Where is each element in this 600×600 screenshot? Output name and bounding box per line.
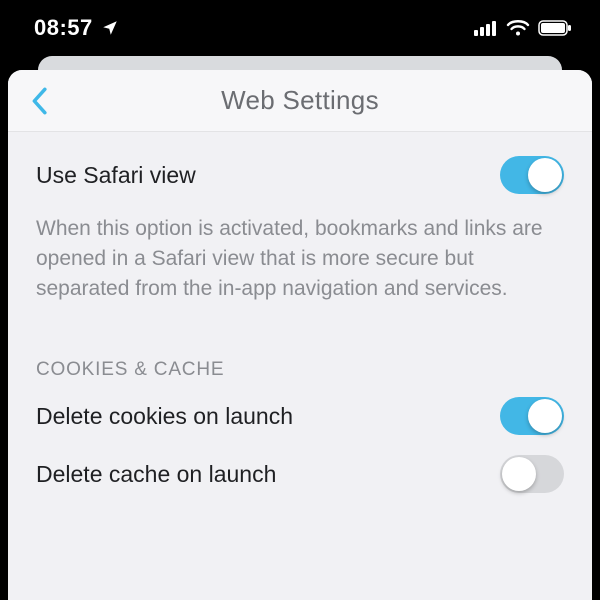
toggle-knob — [502, 457, 536, 491]
nav-header: Web Settings — [8, 70, 592, 132]
back-button[interactable] — [30, 87, 48, 115]
modal-card-stack: Web Settings Use Safari view When this o… — [0, 56, 600, 600]
use-safari-view-description: When this option is activated, bookmarks… — [36, 208, 564, 315]
use-safari-view-label: Use Safari view — [36, 162, 196, 189]
chevron-left-icon — [30, 87, 48, 115]
status-bar-right — [474, 19, 572, 37]
status-bar-left: 08:57 — [34, 15, 119, 41]
delete-cookies-label: Delete cookies on launch — [36, 403, 293, 430]
delete-cache-toggle[interactable] — [500, 455, 564, 493]
cellular-signal-icon — [474, 20, 498, 36]
location-arrow-icon — [101, 19, 119, 37]
delete-cache-label: Delete cache on launch — [36, 461, 276, 488]
clock-time: 08:57 — [34, 15, 93, 41]
delete-cookies-toggle[interactable] — [500, 397, 564, 435]
settings-card: Web Settings Use Safari view When this o… — [8, 70, 592, 600]
toggle-knob — [528, 399, 562, 433]
delete-cache-row: Delete cache on launch — [36, 445, 564, 503]
use-safari-view-toggle[interactable] — [500, 156, 564, 194]
delete-cookies-row: Delete cookies on launch — [36, 387, 564, 445]
battery-icon — [538, 20, 572, 36]
status-bar: 08:57 — [0, 0, 600, 56]
toggle-knob — [528, 158, 562, 192]
page-title: Web Settings — [221, 85, 379, 116]
wifi-icon — [506, 19, 530, 37]
settings-content: Use Safari view When this option is acti… — [8, 132, 592, 503]
section-header-cookies-cache: COOKIES & CACHE — [36, 315, 564, 387]
use-safari-view-row: Use Safari view — [36, 132, 564, 208]
